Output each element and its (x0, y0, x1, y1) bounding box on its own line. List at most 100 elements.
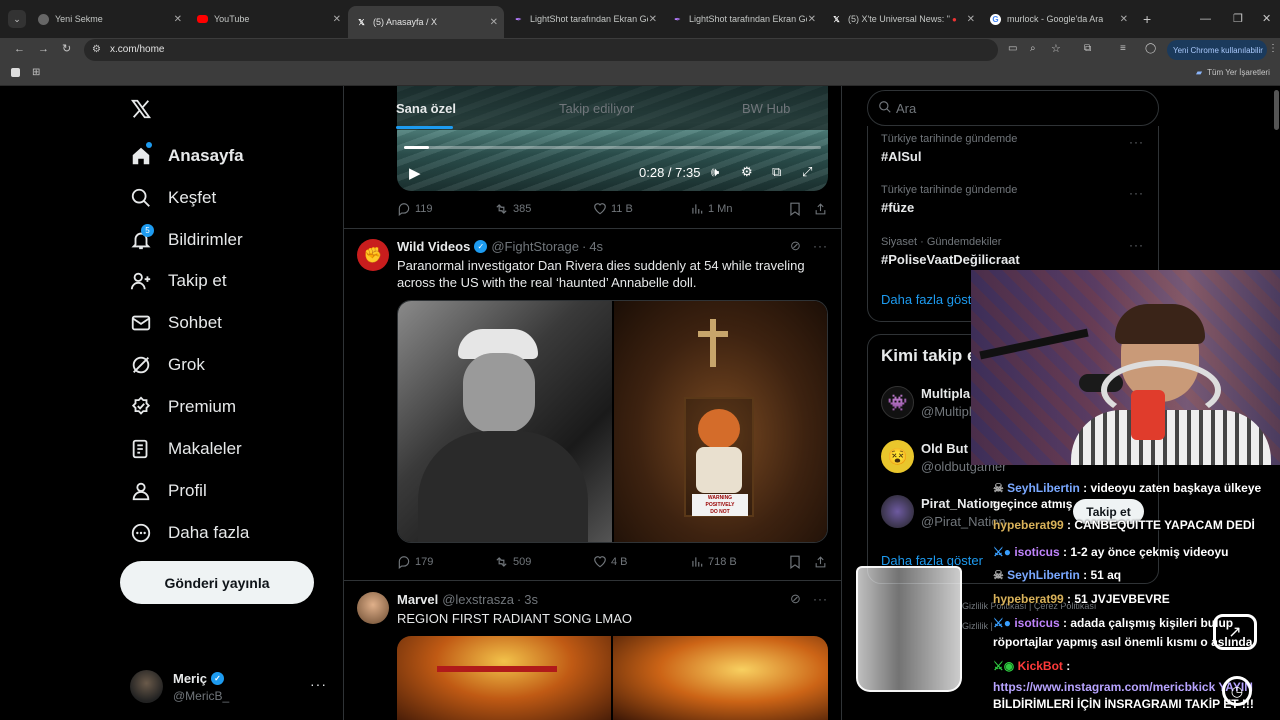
trend-item[interactable]: Türkiye tarihinde gündemde #füze (881, 184, 1017, 215)
profile-icon[interactable]: ◯ (1145, 43, 1156, 55)
close-icon[interactable]: ✕ (1120, 14, 1128, 25)
share-action[interactable] (814, 555, 831, 569)
reply-action[interactable]: 179 (397, 555, 433, 569)
avatar[interactable] (357, 592, 389, 624)
reply-action[interactable]: 119 (397, 202, 433, 216)
bookmark-page-icon[interactable] (11, 68, 20, 77)
nav-articles[interactable]: Makaleler (130, 434, 242, 464)
views-action[interactable]: 718 B (690, 555, 737, 569)
new-tab-icon[interactable]: + (1143, 12, 1151, 26)
follow-name[interactable]: Multipla (921, 386, 970, 401)
share-action[interactable] (814, 202, 831, 216)
zoom-icon[interactable]: ⌕ (1030, 43, 1036, 55)
tab-universal-news[interactable]: 𝕏 (5) X'te Universal News: " ● ✕ (823, 8, 981, 30)
tab-for-you[interactable]: Sana özel (396, 101, 456, 116)
tab-following[interactable]: Takip ediliyor (559, 101, 634, 116)
trend-item[interactable]: Türkiye tarihinde gündemde #AlSul (881, 133, 1017, 164)
avatar[interactable] (881, 495, 914, 528)
page-scrollbar[interactable] (1274, 90, 1279, 130)
search-input[interactable]: Ara (867, 90, 1159, 126)
post-time[interactable]: 3s (524, 592, 538, 607)
nav-profile[interactable]: Profil (130, 476, 207, 506)
play-icon[interactable]: ▶ (409, 164, 421, 182)
show-more-link[interactable]: Daha fazla göster (881, 292, 983, 307)
author-name[interactable]: Marvel (397, 592, 438, 607)
author-name[interactable]: Wild Videos (397, 239, 470, 254)
follow-name[interactable]: Pirat_Nation (921, 496, 998, 511)
more-icon[interactable]: ··· (813, 239, 828, 253)
minimize-icon[interactable]: — (1200, 13, 1211, 25)
bookmark-action[interactable] (789, 555, 805, 569)
avatar[interactable]: 😵 (881, 440, 914, 473)
tab-new[interactable]: Yeni Sekme ✕ (30, 8, 188, 30)
nav-more[interactable]: Daha fazla (130, 518, 249, 548)
footer-link[interactable]: Gizlilik (962, 621, 988, 631)
menu-icon[interactable]: ⋮ (1268, 43, 1278, 55)
grok-icon[interactable]: ⊘ (790, 591, 801, 607)
nav-premium[interactable]: Premium (130, 392, 236, 422)
like-action[interactable]: 4 B (593, 555, 628, 569)
bookmark-action[interactable] (789, 202, 805, 216)
like-action[interactable]: 11 B (593, 202, 633, 216)
tab-x-home[interactable]: 𝕏 (5) Anasayfa / X ✕ (348, 6, 504, 38)
restore-icon[interactable]: ❐ (1233, 13, 1243, 25)
more-icon[interactable]: ··· (1129, 135, 1144, 149)
account-more-icon[interactable]: ··· (310, 676, 327, 692)
repost-action[interactable]: 385 (494, 202, 531, 216)
media-icon[interactable]: ≡ (1120, 43, 1126, 55)
more-icon[interactable]: ··· (1129, 238, 1144, 252)
site-info-icon[interactable]: ⚙ (92, 44, 101, 56)
close-icon[interactable]: ✕ (490, 17, 498, 28)
author-handle[interactable]: @FightStorage (491, 239, 579, 254)
bookmark-star-icon[interactable]: ☆ (1051, 43, 1061, 55)
cast-icon[interactable]: ▭ (1008, 43, 1017, 55)
grok-icon[interactable]: ⊘ (790, 238, 801, 254)
address-bar[interactable]: ⚙ x.com/home (84, 39, 998, 61)
avatar[interactable]: ✊ (357, 239, 389, 271)
close-icon[interactable]: ✕ (808, 14, 816, 25)
tab-youtube[interactable]: YouTube ✕ (189, 8, 347, 30)
x-logo-icon[interactable] (130, 98, 154, 122)
back-icon[interactable]: ← (14, 43, 25, 55)
tab-bw-hub[interactable]: BW Hub (742, 101, 790, 116)
tab-lightshot-1[interactable]: ✒ LightShot tarafından Ekran Gör ✕ (505, 8, 663, 30)
post-button[interactable]: Gönderi yayınla (120, 561, 314, 604)
trend-item[interactable]: Siyaset · Gündemdekiler #PoliseVaatDeğil… (881, 236, 1020, 267)
more-icon[interactable]: ··· (1129, 186, 1144, 200)
follow-handle[interactable]: @Multipl (921, 404, 972, 419)
close-icon[interactable]: ✕ (967, 14, 975, 25)
nav-follow[interactable]: Takip et (130, 266, 227, 296)
repost-action[interactable]: 509 (494, 555, 531, 569)
post-time[interactable]: 4s (589, 239, 603, 254)
volume-icon[interactable]: 🕪 (711, 164, 719, 180)
media-photo-right[interactable]: WARNING POSITIVELY DO NOT (614, 301, 827, 542)
window-close-icon[interactable]: ✕ (1262, 13, 1271, 25)
close-icon[interactable]: ✕ (333, 14, 341, 25)
video-progress-track[interactable] (404, 146, 821, 149)
post-media[interactable] (397, 636, 828, 720)
author-handle[interactable]: @lexstrasza (442, 592, 514, 607)
nav-grok[interactable]: Grok (130, 350, 205, 380)
nav-notifications[interactable]: 5 Bildirimler (130, 224, 243, 255)
account-switcher[interactable]: Meriç ✓ @MericB_ ··· (130, 670, 330, 706)
tab-lightshot-2[interactable]: ✒ LightShot tarafından Ekran Gör ✕ (664, 8, 822, 30)
post-media[interactable]: WARNING POSITIVELY DO NOT (397, 300, 828, 543)
media-photo-left[interactable] (398, 301, 612, 542)
close-icon[interactable]: ✕ (174, 14, 182, 25)
nav-messages[interactable]: Sohbet (130, 308, 222, 338)
more-icon[interactable]: ··· (813, 592, 828, 606)
url-text[interactable]: x.com/home (110, 44, 164, 55)
tab-search-icon[interactable]: ⌄ (8, 10, 26, 28)
pip-icon[interactable]: ⧉ (772, 164, 781, 180)
all-bookmarks[interactable]: ▰ Tüm Yer İşaretleri (1196, 68, 1270, 77)
close-icon[interactable]: ✕ (649, 14, 657, 25)
settings-icon[interactable]: ⚙ (741, 164, 753, 180)
nav-explore[interactable]: Keşfet (130, 183, 216, 213)
chrome-update-button[interactable]: Yeni Chrome kullanılabilir (1167, 40, 1267, 60)
tab-google[interactable]: G murlock - Google'da Ara ✕ (982, 8, 1134, 30)
forward-icon[interactable]: → (38, 43, 49, 55)
avatar[interactable]: 👾 (881, 386, 914, 419)
extensions-icon[interactable]: ⧉ (1084, 43, 1091, 55)
views-action[interactable]: 1 Mn (690, 202, 732, 216)
fullscreen-icon[interactable]: ⤢ (802, 164, 812, 180)
